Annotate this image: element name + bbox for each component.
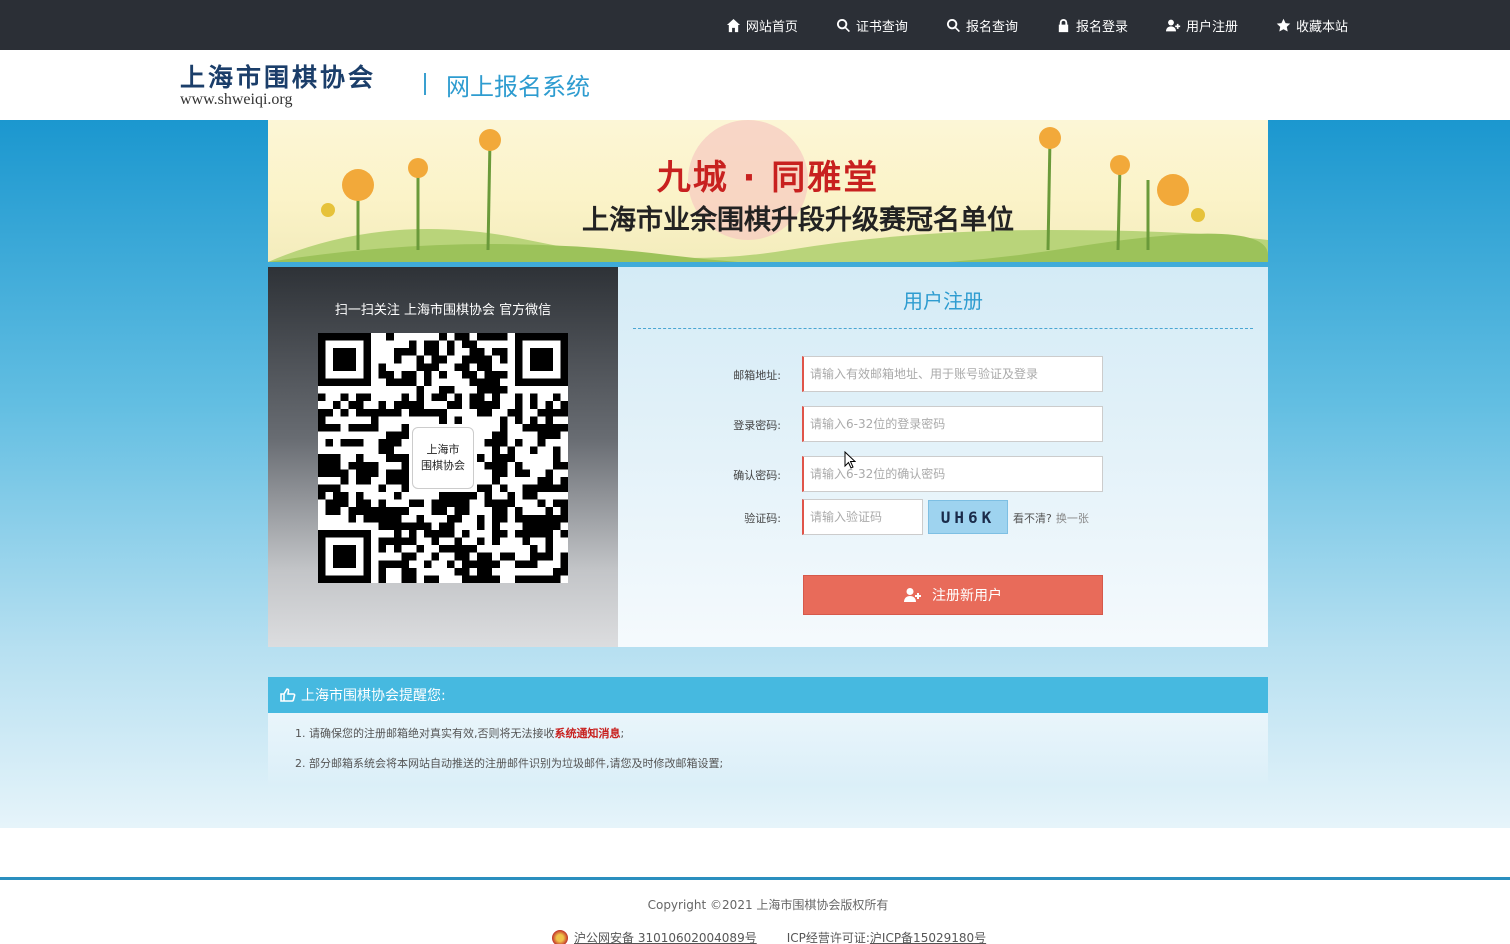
star-icon bbox=[1276, 18, 1291, 31]
record-info: 沪公网安备 31010602004089号 ICP经营许可证: 沪ICP备150… bbox=[552, 929, 986, 944]
password-field[interactable] bbox=[802, 406, 1103, 442]
banner-title: 九城 · 同雅堂 bbox=[656, 158, 880, 198]
captcha-hint-text: 看不清? bbox=[1013, 512, 1052, 525]
nav-item-certificate-query[interactable]: 证书查询 bbox=[836, 16, 908, 35]
top-nav: 网站首页 证书查询 报名查询 报名登录 用户注册 收藏本站 bbox=[0, 0, 1510, 50]
nav-item-label: 用户注册 bbox=[1185, 19, 1238, 35]
site-footer: Copyright ©2021 上海市围棋协会版权所有 沪公网安备 310106… bbox=[0, 828, 1510, 944]
notice-highlight: 系统通知消息 bbox=[554, 727, 621, 740]
email-label: 邮箱地址: bbox=[733, 369, 781, 382]
email-field[interactable] bbox=[802, 356, 1103, 392]
register-submit-label: 注册新用户 bbox=[932, 588, 1002, 604]
captcha-image[interactable]: UH6K bbox=[928, 500, 1008, 534]
thumbs-up-icon bbox=[280, 688, 296, 702]
icp-record-link[interactable]: 沪ICP备15029180号 bbox=[870, 929, 986, 944]
confirm-password-label: 确认密码: bbox=[733, 469, 781, 482]
qr-logo-line1: 上海市 bbox=[426, 443, 460, 456]
form-title-divider bbox=[633, 328, 1253, 329]
search-icon bbox=[836, 18, 850, 32]
register-submit-button[interactable]: 注册新用户 bbox=[803, 575, 1103, 615]
sponsor-banner: 九城 · 同雅堂 上海市业余围棋升段升级赛冠名单位 bbox=[268, 120, 1268, 262]
user-plus-icon bbox=[1165, 19, 1181, 31]
system-title: 网上报名系统 bbox=[446, 73, 590, 101]
home-icon bbox=[726, 18, 740, 32]
notice-line-2: 2. 部分邮箱系统会将本网站自动推送的注册邮件识别为垃圾邮件,请您及时修改邮箱设… bbox=[295, 757, 724, 770]
notice-header: 上海市围棋协会提醒您: bbox=[268, 677, 1268, 713]
police-record-link[interactable]: 沪公网安备 31010602004089号 bbox=[574, 929, 757, 944]
qr-caption: 扫一扫关注 上海市围棋协会 官方微信 bbox=[334, 303, 552, 318]
captcha-field[interactable] bbox=[802, 499, 923, 535]
form-title: 用户注册 bbox=[903, 289, 983, 313]
nav-item-registration-login[interactable]: 报名登录 bbox=[1056, 16, 1128, 35]
captcha-hint: 看不清? 换一张 bbox=[1013, 510, 1089, 526]
top-nav-items: 网站首页 证书查询 报名查询 报名登录 用户注册 收藏本站 bbox=[688, 0, 1348, 50]
nav-item-label: 证书查询 bbox=[855, 19, 908, 35]
copyright-text: Copyright ©2021 上海市围棋协会版权所有 bbox=[647, 898, 889, 912]
search-icon bbox=[946, 18, 960, 32]
mouse-cursor-icon bbox=[844, 451, 856, 469]
nav-item-label: 报名登录 bbox=[1075, 19, 1128, 35]
wechat-qr-panel: 扫一扫关注 上海市围棋协会 官方微信 上海市 围棋协会 bbox=[268, 267, 618, 647]
banner-subtitle: 上海市业余围棋升段升级赛冠名单位 bbox=[582, 205, 1014, 236]
notice-line-1: 1. 请确保您的注册邮箱绝对真实有效,否则将无法接收系统通知消息; bbox=[295, 725, 624, 741]
site-logo-url[interactable]: www.shweiqi.org bbox=[180, 91, 292, 109]
notice-line-1-prefix: 1. 请确保您的注册邮箱绝对真实有效,否则将无法接收 bbox=[295, 727, 555, 740]
nav-item-label: 报名查询 bbox=[965, 19, 1018, 35]
captcha-refresh-link[interactable]: 换一张 bbox=[1056, 512, 1089, 525]
wechat-qr-code: 上海市 围棋协会 bbox=[318, 333, 568, 583]
nav-item-label: 收藏本站 bbox=[1295, 19, 1348, 35]
nav-item-registration-query[interactable]: 报名查询 bbox=[946, 16, 1018, 35]
icp-label: ICP经营许可证: bbox=[786, 931, 870, 944]
nav-item-user-register[interactable]: 用户注册 bbox=[1165, 16, 1238, 35]
captcha-label: 验证码: bbox=[744, 512, 781, 525]
header-divider bbox=[424, 73, 426, 95]
lock-icon bbox=[1058, 18, 1069, 32]
user-plus-icon bbox=[904, 588, 921, 602]
footer-divider bbox=[0, 877, 1510, 880]
notice-title: 上海市围棋协会提醒您: bbox=[301, 688, 446, 704]
site-header: 上海市围棋协会 www.shweiqi.org 网上报名系统 bbox=[0, 50, 1510, 120]
register-form-panel: 用户注册 邮箱地址: 登录密码: 确认密码: 验证码: UH6K 看不清? 换一张… bbox=[618, 267, 1268, 647]
notice-line-1-suffix: ; bbox=[620, 727, 625, 740]
nav-item-bookmark[interactable]: 收藏本站 bbox=[1276, 16, 1348, 35]
nav-item-label: 网站首页 bbox=[745, 19, 798, 35]
nav-item-home[interactable]: 网站首页 bbox=[726, 16, 798, 35]
password-label: 登录密码: bbox=[733, 419, 781, 432]
qr-center-logo: 上海市 围棋协会 bbox=[412, 427, 474, 489]
site-logo-text[interactable]: 上海市围棋协会 bbox=[180, 58, 376, 94]
police-badge-icon bbox=[552, 929, 568, 944]
notice-body: 1. 请确保您的注册邮箱绝对真实有效,否则将无法接收系统通知消息; 2. 部分邮… bbox=[268, 713, 1268, 785]
qr-logo-line2: 围棋协会 bbox=[421, 459, 465, 472]
